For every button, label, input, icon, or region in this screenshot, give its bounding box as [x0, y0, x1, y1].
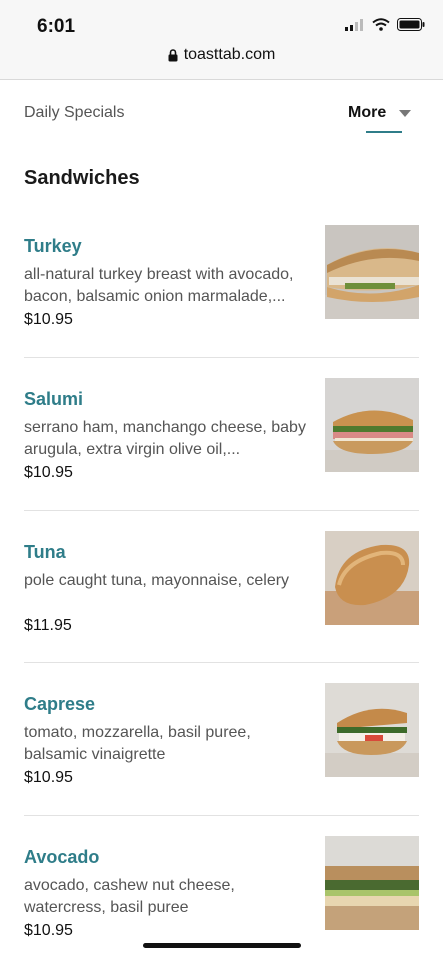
item-description: pole caught tuna, mayonnaise, celery [24, 572, 290, 589]
item-divider [24, 815, 419, 816]
sandwich-photo[interactable] [325, 683, 419, 777]
url-text: toasttab.com [183, 46, 276, 63]
battery-icon [397, 18, 425, 31]
browser-chrome: 6:01 toasttab.com [0, 0, 443, 80]
item-price: $10.95 [24, 311, 73, 328]
menu-item-salumi[interactable]: Salumi serrano ham, manchango cheese, ba… [0, 378, 443, 542]
item-name[interactable]: Avocado [24, 847, 99, 868]
item-price: $10.95 [24, 769, 73, 786]
menu-item-turkey[interactable]: Turkey all-natural turkey breast with av… [0, 225, 443, 389]
item-divider [24, 662, 419, 663]
sandwich-photo[interactable] [325, 836, 419, 930]
item-name[interactable]: Tuna [24, 542, 66, 563]
sandwich-photo[interactable] [325, 378, 419, 472]
tab-daily-specials[interactable]: Daily Specials [24, 104, 124, 122]
sandwich-photo[interactable] [325, 531, 419, 625]
menu-item-tuna[interactable]: Tuna pole caught tuna, mayonnaise, celer… [0, 531, 443, 695]
caret-down-icon[interactable] [399, 110, 411, 117]
sandwich-photo[interactable] [325, 225, 419, 319]
item-price: $10.95 [24, 464, 73, 481]
menu-item-caprese[interactable]: Caprese tomato, mozzarella, basil puree,… [0, 683, 443, 847]
url-bar[interactable]: toasttab.com [0, 46, 443, 64]
item-description: avocado, cashew nut cheese, watercress, … [24, 877, 235, 916]
lock-icon [168, 48, 178, 61]
status-time: 6:01 [37, 16, 76, 37]
item-description: all-natural turkey breast with avocado, … [24, 266, 294, 305]
menu-tabs: Daily Specials More [0, 80, 443, 144]
item-description: serrano ham, manchango cheese, baby arug… [24, 419, 306, 458]
home-indicator[interactable] [143, 943, 301, 948]
signal-icon [345, 18, 363, 31]
item-name[interactable]: Salumi [24, 389, 83, 410]
item-price: $10.95 [24, 922, 73, 939]
wifi-icon [372, 18, 390, 31]
status-icons [345, 18, 425, 31]
item-name[interactable]: Turkey [24, 236, 82, 257]
item-price: $11.95 [24, 617, 72, 634]
item-divider [24, 357, 419, 358]
item-description: tomato, mozzarella, basil puree, balsami… [24, 724, 251, 763]
item-name[interactable]: Caprese [24, 694, 95, 715]
tab-more[interactable]: More [348, 104, 386, 122]
section-title: Sandwiches [24, 167, 140, 189]
item-divider [24, 510, 419, 511]
tab-active-indicator [366, 131, 402, 133]
